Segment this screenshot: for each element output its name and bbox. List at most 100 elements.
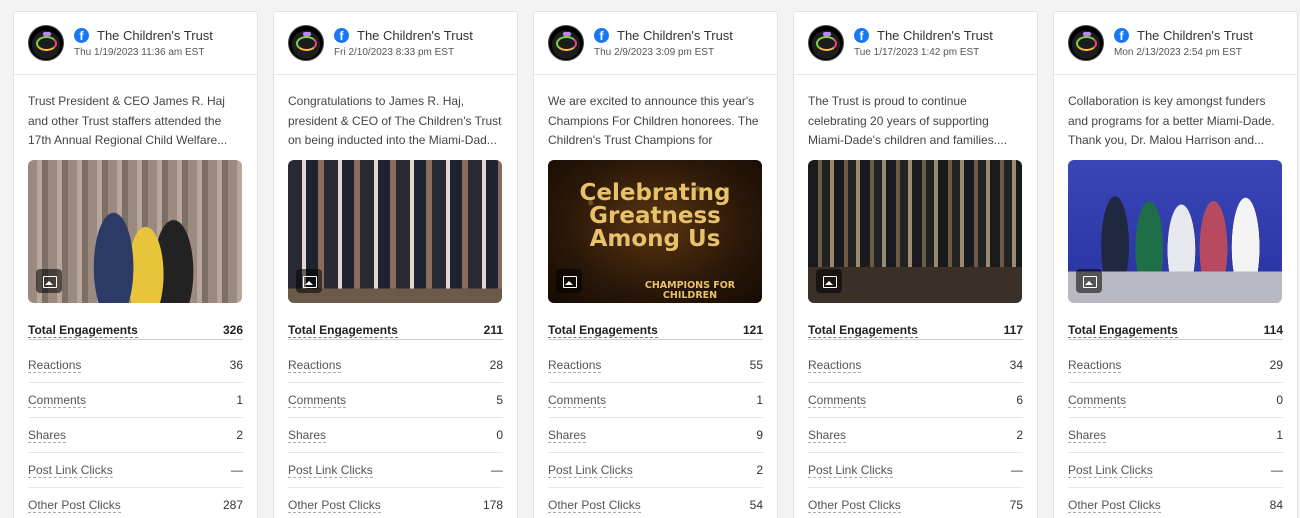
post-text: Collaboration is key amongst funders and… bbox=[1068, 94, 1275, 147]
stat-label[interactable]: Total Engagements bbox=[1068, 323, 1178, 338]
engagement-stats: Total Engagements 211 Reactions 28 Comme… bbox=[288, 321, 503, 518]
facebook-icon: f bbox=[854, 28, 869, 43]
stat-value: 1 bbox=[1276, 428, 1283, 442]
stat-label[interactable]: Reactions bbox=[1068, 358, 1122, 373]
stat-label[interactable]: Shares bbox=[28, 428, 67, 443]
stat-value: 84 bbox=[1269, 498, 1283, 512]
stat-value: 0 bbox=[496, 428, 503, 442]
stat-label[interactable]: Post Link Clicks bbox=[28, 463, 113, 478]
stat-value: 5 bbox=[496, 393, 503, 407]
post-date: Thu 2/9/2023 3:09 pm EST bbox=[594, 47, 715, 58]
account-name[interactable]: The Children's Trust bbox=[877, 28, 993, 43]
stat-label[interactable]: Shares bbox=[548, 428, 587, 443]
account-name[interactable]: The Children's Trust bbox=[617, 28, 733, 43]
account-name[interactable]: The Children's Trust bbox=[97, 28, 213, 43]
image-icon bbox=[296, 269, 322, 293]
image-overlay-subtext: CHAMPIONS FOR CHILDREN bbox=[644, 280, 736, 301]
facebook-icon: f bbox=[594, 28, 609, 43]
stat-label[interactable]: Reactions bbox=[808, 358, 862, 373]
stat-label[interactable]: Total Engagements bbox=[808, 323, 918, 338]
stat-other-post-clicks: Other Post Clicks 84 bbox=[1068, 488, 1283, 518]
stat-shares: Shares 2 bbox=[808, 418, 1023, 453]
stat-value: 2 bbox=[756, 463, 763, 477]
stat-label[interactable]: Other Post Clicks bbox=[1068, 498, 1161, 513]
stat-label[interactable]: Post Link Clicks bbox=[288, 463, 373, 478]
post-card[interactable]: f The Children's Trust Thu 1/19/2023 11:… bbox=[13, 11, 258, 518]
stat-value: 28 bbox=[489, 358, 503, 372]
stat-value: 287 bbox=[222, 498, 243, 512]
post-image[interactable] bbox=[1068, 160, 1282, 303]
stat-value: — bbox=[491, 463, 503, 477]
stat-shares: Shares 1 bbox=[1068, 418, 1283, 453]
stat-value: 0 bbox=[1276, 393, 1283, 407]
stat-label[interactable]: Total Engagements bbox=[288, 323, 398, 338]
post-card[interactable]: f The Children's Trust Mon 2/13/2023 2:5… bbox=[1053, 11, 1298, 518]
stat-label[interactable]: Comments bbox=[808, 393, 867, 408]
stat-comments: Comments 0 bbox=[1068, 383, 1283, 418]
account-avatar[interactable] bbox=[808, 25, 844, 61]
stat-value: 75 bbox=[1009, 498, 1023, 512]
facebook-icon: f bbox=[334, 28, 349, 43]
engagement-stats: Total Engagements 114 Reactions 29 Comme… bbox=[1068, 321, 1283, 518]
stat-value: 36 bbox=[229, 358, 243, 372]
stat-label[interactable]: Comments bbox=[548, 393, 607, 408]
stat-label[interactable]: Comments bbox=[1068, 393, 1127, 408]
stat-value: 9 bbox=[756, 428, 763, 442]
post-image[interactable] bbox=[288, 160, 502, 303]
stat-label[interactable]: Other Post Clicks bbox=[808, 498, 901, 513]
stat-label[interactable]: Reactions bbox=[288, 358, 342, 373]
post-card[interactable]: f The Children's Trust Tue 1/17/2023 1:4… bbox=[793, 11, 1038, 518]
post-date: Mon 2/13/2023 2:54 pm EST bbox=[1114, 47, 1242, 58]
stat-label[interactable]: Shares bbox=[808, 428, 847, 443]
stat-value: 114 bbox=[1263, 323, 1283, 337]
stat-label[interactable]: Post Link Clicks bbox=[808, 463, 893, 478]
engagement-stats: Total Engagements 326 Reactions 36 Comme… bbox=[28, 321, 243, 518]
stat-reactions: Reactions 29 bbox=[1068, 348, 1283, 383]
stat-label[interactable]: Other Post Clicks bbox=[28, 498, 121, 513]
stat-value: 1 bbox=[236, 393, 243, 407]
stat-value: 121 bbox=[742, 323, 763, 337]
stat-label[interactable]: Shares bbox=[1068, 428, 1107, 443]
stat-label[interactable]: Comments bbox=[288, 393, 347, 408]
stat-other-post-clicks: Other Post Clicks 287 bbox=[28, 488, 243, 518]
account-avatar[interactable] bbox=[1068, 25, 1104, 61]
stat-label[interactable]: Other Post Clicks bbox=[288, 498, 381, 513]
image-overlay-text: Celebrating Greatness Among Us bbox=[579, 180, 731, 252]
stat-label[interactable]: Total Engagements bbox=[548, 323, 658, 338]
stat-shares: Shares 9 bbox=[548, 418, 763, 453]
stat-label[interactable]: Shares bbox=[288, 428, 327, 443]
post-card[interactable]: f The Children's Trust Thu 2/9/2023 3:09… bbox=[533, 11, 778, 518]
stat-label[interactable]: Reactions bbox=[548, 358, 602, 373]
image-icon bbox=[556, 269, 582, 293]
engagement-stats: Total Engagements 121 Reactions 55 Comme… bbox=[548, 321, 763, 518]
stat-value: 29 bbox=[1269, 358, 1283, 372]
stat-label[interactable]: Total Engagements bbox=[28, 323, 138, 338]
stat-label[interactable]: Other Post Clicks bbox=[548, 498, 641, 513]
stat-reactions: Reactions 28 bbox=[288, 348, 503, 383]
account-name[interactable]: The Children's Trust bbox=[357, 28, 473, 43]
image-icon bbox=[816, 269, 842, 293]
account-avatar[interactable] bbox=[548, 25, 584, 61]
stat-comments: Comments 6 bbox=[808, 383, 1023, 418]
stat-label[interactable]: Post Link Clicks bbox=[1068, 463, 1153, 478]
post-card-row: f The Children's Trust Thu 1/19/2023 11:… bbox=[13, 11, 1298, 518]
account-avatar[interactable] bbox=[288, 25, 324, 61]
stat-label[interactable]: Comments bbox=[28, 393, 87, 408]
post-card[interactable]: f The Children's Trust Fri 2/10/2023 8:3… bbox=[273, 11, 518, 518]
post-text: The Trust is proud to continue celebrati… bbox=[808, 94, 1008, 147]
stat-value: 211 bbox=[483, 323, 503, 337]
account-avatar[interactable] bbox=[28, 25, 64, 61]
post-image[interactable] bbox=[28, 160, 242, 303]
stat-other-post-clicks: Other Post Clicks 54 bbox=[548, 488, 763, 518]
stat-total-engagements: Total Engagements 114 bbox=[1068, 321, 1283, 340]
stat-other-post-clicks: Other Post Clicks 75 bbox=[808, 488, 1023, 518]
post-text: Congratulations to James R. Haj, preside… bbox=[288, 94, 502, 147]
account-name[interactable]: The Children's Trust bbox=[1137, 28, 1253, 43]
stat-label[interactable]: Post Link Clicks bbox=[548, 463, 633, 478]
post-image[interactable]: Celebrating Greatness Among Us CHAMPIONS … bbox=[548, 160, 762, 303]
stat-other-post-clicks: Other Post Clicks 178 bbox=[288, 488, 503, 518]
stat-label[interactable]: Reactions bbox=[28, 358, 82, 373]
stat-value: 1 bbox=[756, 393, 763, 407]
post-image[interactable] bbox=[808, 160, 1022, 303]
facebook-icon: f bbox=[1114, 28, 1129, 43]
